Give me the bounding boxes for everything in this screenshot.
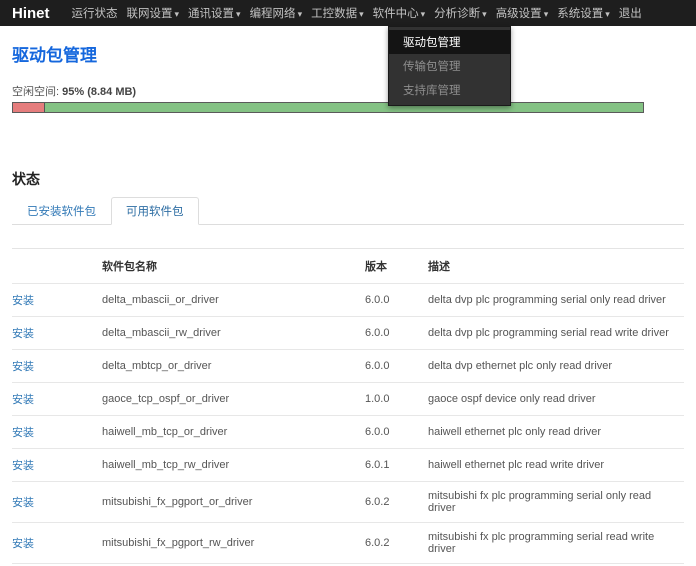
package-description: mitsubishi fx plc programming serial onl… [428,482,684,523]
tab-installed-packages[interactable]: 已安装软件包 [12,197,111,225]
install-link[interactable]: 安装 [12,497,34,509]
nav-item-software-center[interactable]: 软件中心▾ [373,5,426,21]
package-version: 6.0.0 [365,317,428,350]
package-table-wrap: 软件包名称 版本 描述 安装 delta_mbascii_or_driver 6… [12,248,684,566]
package-name: delta_mbtcp_or_driver [102,350,365,383]
install-link[interactable]: 安装 [12,295,34,307]
nav-item-logout[interactable]: 退出 [619,5,642,21]
used-space-segment [13,103,45,112]
software-center-dropdown: 驱动包管理 传输包管理 支持库管理 [388,26,511,106]
package-version: 6.0.1 [365,449,428,482]
nav-item-comm-settings[interactable]: 通讯设置▾ [188,5,241,21]
table-row: 安装 haiwell_mb_tcp_or_driver 6.0.0 haiwel… [12,416,684,449]
caret-down-icon: ▾ [421,9,426,19]
nav-item-analysis-diagnosis[interactable]: 分析诊断▾ [434,5,487,21]
table-row: 安装 haiwell_mb_tcp_rw_driver 6.0.1 haiwel… [12,449,684,482]
package-name: gaoce_tcp_ospf_or_driver [102,383,365,416]
caret-down-icon: ▾ [236,9,241,19]
free-space-label: 空闲空间: 95% (8.84 MB) [12,83,684,99]
package-description: mitsubishi fx plc programming serial rea… [428,523,684,564]
navbar-menu: 运行状态 联网设置▾ 通讯设置▾ 编程网络▾ 工控数据▾ 软件中心▾ 分析诊断▾… [72,5,642,21]
free-space-value: 95% (8.84 MB) [62,86,136,98]
package-version: 6.0.0 [365,284,428,317]
caret-down-icon: ▾ [544,9,549,19]
nav-item-run-status[interactable]: 运行状态 [72,5,118,21]
caret-down-icon: ▾ [482,9,487,19]
install-link[interactable]: 安装 [12,394,34,406]
package-description: haiwell ethernet plc read write driver [428,449,684,482]
dropdown-item-support-library-mgmt[interactable]: 支持库管理 [389,78,510,102]
table-row: 安装 delta_mbascii_or_driver 6.0.0 delta d… [12,284,684,317]
nav-item-programming-network[interactable]: 编程网络▾ [250,5,303,21]
dropdown-item-transfer-package-mgmt[interactable]: 传输包管理 [389,54,510,78]
table-row: 安装 delta_mbascii_rw_driver 6.0.0 delta d… [12,317,684,350]
col-header-name: 软件包名称 [102,249,365,284]
table-row: 安装 delta_mbtcp_or_driver 6.0.0 delta dvp… [12,350,684,383]
table-row: 安装 gaoce_tcp_ospf_or_driver 1.0.0 gaoce … [12,383,684,416]
nav-item-industrial-data[interactable]: 工控数据▾ [311,5,364,21]
package-name: haiwell_mb_tcp_or_driver [102,416,365,449]
free-space-segment [45,103,644,112]
dropdown-item-driver-package-mgmt[interactable]: 驱动包管理 [389,30,510,54]
package-version: 6.0.2 [365,523,428,564]
top-navbar: Hinet 运行状态 联网设置▾ 通讯设置▾ 编程网络▾ 工控数据▾ 软件中心▾… [0,0,696,26]
page-title: 驱动包管理 [12,46,684,66]
install-link[interactable]: 安装 [12,361,34,373]
install-link[interactable]: 安装 [12,460,34,472]
install-link[interactable]: 安装 [12,427,34,439]
nav-item-system-settings[interactable]: 系统设置▾ [557,5,610,21]
package-name: delta_mbascii_or_driver [102,284,365,317]
package-table: 软件包名称 版本 描述 安装 delta_mbascii_or_driver 6… [12,248,684,566]
table-row: 安装 mitsubishi_fx_pgport_or_driver 6.0.2 … [12,482,684,523]
package-name: delta_mbascii_rw_driver [102,317,365,350]
table-row: 安装 mitsubishi_fx_pgport_rw_driver 6.0.2 … [12,523,684,564]
package-version: 6.0.0 [365,350,428,383]
package-name: mitsubishi_fx_pgport_or_driver [102,482,365,523]
package-name: mitsubishi_fx_pgport_rw_driver [102,523,365,564]
install-link[interactable]: 安装 [12,328,34,340]
caret-down-icon: ▾ [359,9,364,19]
col-header-version: 版本 [365,249,428,284]
table-header-row: 软件包名称 版本 描述 [12,249,684,284]
nav-item-network-settings[interactable]: 联网设置▾ [127,5,180,21]
caret-down-icon: ▾ [298,9,303,19]
package-tabs: 已安装软件包 可用软件包 [12,197,684,225]
package-name: haiwell_mb_tcp_rw_driver [102,449,365,482]
col-header-action [12,249,102,284]
package-description: delta dvp ethernet plc only read driver [428,350,684,383]
package-description: haiwell ethernet plc only read driver [428,416,684,449]
install-link[interactable]: 安装 [12,538,34,550]
col-header-description: 描述 [428,249,684,284]
status-heading: 状态 [12,169,684,189]
package-description: delta dvp plc programming serial read wr… [428,317,684,350]
tab-available-packages[interactable]: 可用软件包 [111,197,199,225]
package-description: delta dvp plc programming serial only re… [428,284,684,317]
package-description: gaoce ospf device only read driver [428,383,684,416]
nav-item-advanced-settings[interactable]: 高级设置▾ [496,5,549,21]
caret-down-icon: ▾ [175,9,180,19]
package-version: 6.0.2 [365,482,428,523]
free-space-progress-bar [12,102,644,113]
main-content: 驱动包管理 空闲空间: 95% (8.84 MB) 状态 已安装软件包 可用软件… [12,46,684,566]
caret-down-icon: ▾ [605,9,610,19]
package-version: 1.0.0 [365,383,428,416]
brand-logo[interactable]: Hinet [12,5,50,22]
package-version: 6.0.0 [365,416,428,449]
